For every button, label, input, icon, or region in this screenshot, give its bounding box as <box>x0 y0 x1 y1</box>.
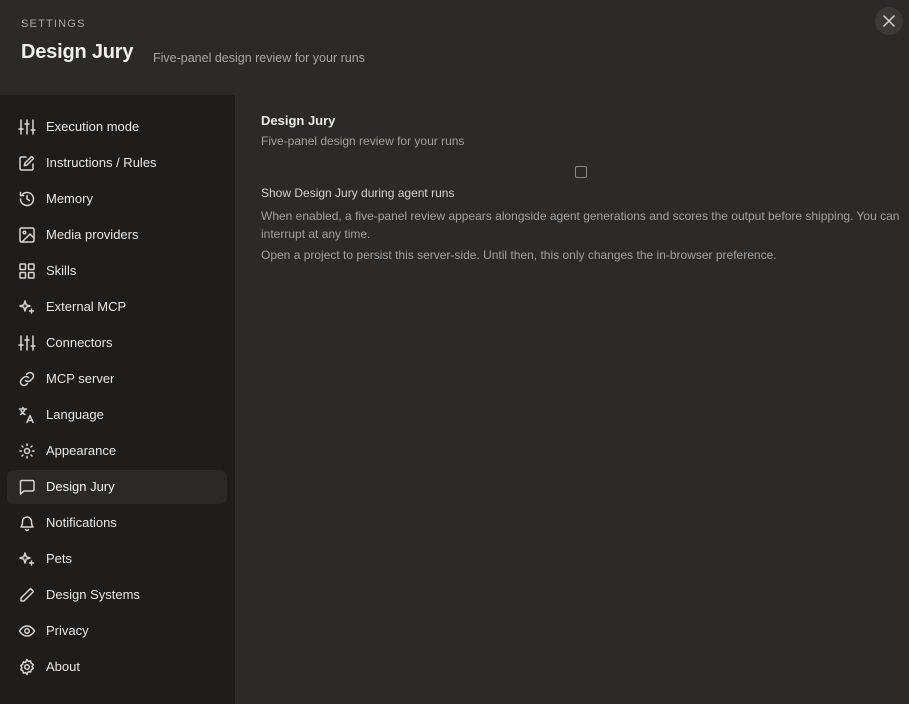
sidebar-item-label: Design Jury <box>46 479 115 494</box>
sliders-icon <box>18 119 36 135</box>
image-icon <box>19 227 35 243</box>
close-icon <box>883 15 895 27</box>
show-design-jury-checkbox[interactable] <box>575 166 587 178</box>
sparkle-icon <box>19 552 35 566</box>
grid-icon <box>19 263 35 279</box>
sidebar-item-appearance[interactable]: Appearance <box>7 434 227 468</box>
sidebar-item-label: Notifications <box>46 515 117 530</box>
sidebar-item-label: Skills <box>46 263 77 278</box>
sidebar-item-privacy[interactable]: Privacy <box>7 614 227 648</box>
sidebar-item-label: Pets <box>46 551 73 566</box>
sidebar-item-label: External MCP <box>46 299 127 314</box>
message-icon <box>19 479 35 495</box>
sidebar-item-external-mcp[interactable]: External MCP <box>7 290 227 324</box>
settings-header: SETTINGS Design Jury Five-panel design r… <box>0 0 909 95</box>
sidebar-item-design-systems[interactable]: Design Systems <box>7 578 227 612</box>
pencil-icon <box>20 587 35 602</box>
sidebar-item-about[interactable]: About <box>7 650 227 684</box>
section-subtitle: Five-panel design review for your runs <box>261 134 465 148</box>
show-design-jury-description: When enabled, a five-panel review appear… <box>261 209 900 241</box>
bell-icon <box>20 516 34 532</box>
sidebar-item-memory[interactable]: Memory <box>7 182 227 216</box>
link-icon <box>19 371 35 387</box>
sidebar-item-mcp-server[interactable]: MCP server <box>7 362 227 396</box>
sidebar-item-pets[interactable]: Pets <box>7 542 227 576</box>
sidebar-item-label: About <box>46 659 80 674</box>
settings-sidebar: Execution mode Instructions / Rules Memo… <box>0 95 236 704</box>
sidebar-item-label: Appearance <box>46 443 117 458</box>
sparkle-icon <box>19 300 35 314</box>
persist-note: Open a project to persist this server-si… <box>261 248 777 262</box>
section-title: Design Jury <box>261 113 336 128</box>
translate-icon <box>18 406 34 424</box>
sidebar-item-label: MCP server <box>46 371 115 386</box>
sidebar-item-label: Language <box>46 407 104 422</box>
sidebar-item-instructions-rules[interactable]: Instructions / Rules <box>7 146 227 180</box>
page-subtitle: Five-panel design review for your runs <box>153 51 365 65</box>
eye-icon <box>18 625 36 637</box>
sidebar-item-execution-mode[interactable]: Execution mode <box>7 110 227 144</box>
settings-kicker: SETTINGS <box>21 18 86 30</box>
sidebar-item-skills[interactable]: Skills <box>7 254 227 288</box>
sidebar-item-connectors[interactable]: Connectors <box>7 326 227 360</box>
sidebar-item-design-jury[interactable]: Design Jury <box>7 470 227 504</box>
sun-icon <box>19 443 35 459</box>
sidebar-item-label: Connectors <box>46 335 113 350</box>
settings-content: Design Jury Five-panel design review for… <box>237 95 909 704</box>
sidebar-item-label: Media providers <box>46 227 139 242</box>
sidebar-item-media-providers[interactable]: Media providers <box>7 218 227 252</box>
sidebar-item-notifications[interactable]: Notifications <box>7 506 227 540</box>
sidebar-item-label: Privacy <box>46 623 89 638</box>
close-button[interactable] <box>875 7 903 35</box>
sidebar-item-label: Design Systems <box>46 587 140 602</box>
sidebar-item-language[interactable]: Language <box>7 398 227 432</box>
sliders-icon <box>18 335 36 351</box>
gear-icon <box>20 658 34 676</box>
sidebar-item-label: Memory <box>46 191 93 206</box>
edit-icon <box>19 155 35 171</box>
page-title: Design Jury <box>21 41 134 63</box>
sidebar-item-label: Instructions / Rules <box>46 155 157 170</box>
sidebar-item-label: Execution mode <box>46 119 140 134</box>
history-icon <box>19 191 35 207</box>
show-design-jury-label: Show Design Jury during agent runs <box>261 186 455 200</box>
